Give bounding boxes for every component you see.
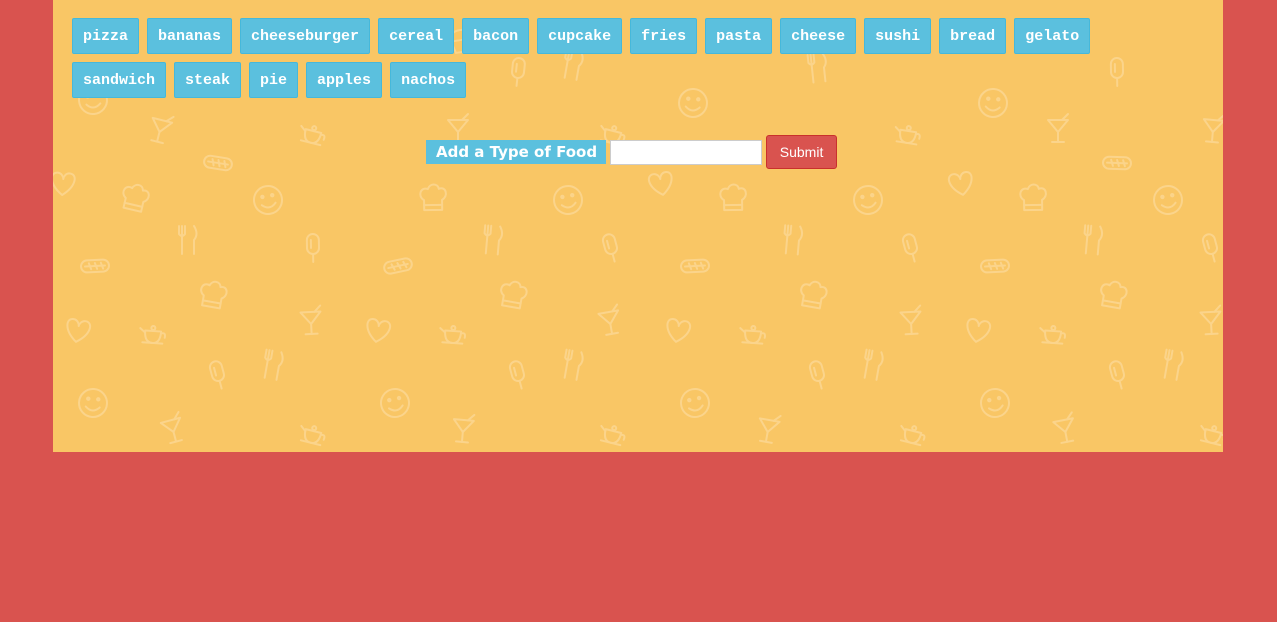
cocktail-doodle-icon (1052, 411, 1075, 444)
cocktail-doodle-icon (159, 410, 183, 445)
popsicle-doodle-icon (508, 360, 525, 390)
food-button-cheeseburger[interactable]: cheeseburger (240, 18, 371, 54)
food-button-apples[interactable]: apples (306, 62, 383, 98)
heart-doodle-icon (666, 318, 692, 343)
teapot-doodle-icon (894, 125, 921, 146)
cocktail-doodle-icon (452, 413, 476, 444)
popsicle-doodle-icon (1201, 233, 1218, 263)
teapot-doodle-icon (139, 325, 166, 345)
add-food-label: Add a Type of Food (426, 140, 607, 164)
popsicle-doodle-icon (808, 360, 825, 390)
food-button-sandwich[interactable]: sandwich (72, 62, 167, 98)
heart-doodle-icon (66, 318, 92, 343)
food-button-steak[interactable]: steak (174, 62, 242, 98)
teapot-doodle-icon (439, 325, 466, 345)
hotdog-doodle-icon (203, 154, 233, 172)
popsicle-doodle-icon (305, 233, 320, 263)
cocktail-doodle-icon (1047, 113, 1069, 143)
smiley-doodle-icon (78, 388, 108, 418)
heart-doodle-icon (947, 171, 973, 196)
cocktail-doodle-icon (758, 414, 782, 444)
add-food-form: Add a Type of Food Submit (426, 135, 838, 169)
chef-doodle-icon (419, 183, 447, 212)
cocktail-doodle-icon (899, 304, 922, 336)
popsicle-doodle-icon (208, 360, 225, 390)
food-button-cereal[interactable]: cereal (378, 18, 455, 54)
chef-doodle-icon (122, 183, 150, 213)
chef-doodle-icon (800, 280, 828, 310)
cutlery-doodle-icon (1083, 224, 1104, 256)
cocktail-doodle-icon (299, 304, 322, 336)
teapot-doodle-icon (599, 424, 626, 447)
food-button-pizza[interactable]: pizza (72, 18, 140, 54)
smiley-doodle-icon (853, 185, 883, 215)
cocktail-doodle-icon (1199, 304, 1222, 336)
cocktail-doodle-icon (597, 303, 620, 336)
food-button-pie[interactable]: pie (249, 62, 299, 98)
heart-doodle-icon (966, 318, 992, 343)
food-button-nachos[interactable]: nachos (390, 62, 467, 98)
hotdog-doodle-icon (980, 258, 1010, 274)
food-button-list: pizza bananas cheeseburger cereal bacon cupca… (72, 18, 1192, 98)
teapot-doodle-icon (899, 424, 926, 447)
hotdog-doodle-icon (383, 257, 413, 275)
hotdog-doodle-icon (680, 258, 710, 274)
teapot-doodle-icon (1199, 424, 1223, 447)
hotdog-doodle-icon (80, 258, 110, 274)
smiley-doodle-icon (680, 388, 710, 418)
food-button-bananas[interactable]: bananas (147, 18, 233, 54)
smiley-doodle-icon (253, 185, 283, 215)
chef-doodle-icon (1019, 183, 1047, 212)
cutlery-doodle-icon (863, 348, 884, 381)
food-button-gelato[interactable]: gelato (1014, 18, 1091, 54)
chef-doodle-icon (200, 280, 228, 310)
cutlery-doodle-icon (178, 225, 198, 255)
teapot-doodle-icon (299, 424, 326, 447)
heart-doodle-icon (647, 171, 673, 196)
heart-doodle-icon (53, 171, 76, 196)
popsicle-doodle-icon (601, 233, 618, 263)
chef-doodle-icon (1100, 280, 1128, 310)
food-button-bacon[interactable]: bacon (462, 18, 530, 54)
teapot-doodle-icon (299, 124, 326, 147)
submit-button[interactable]: Submit (766, 135, 838, 169)
hotdog-doodle-icon (1102, 155, 1132, 171)
cutlery-doodle-icon (563, 348, 584, 381)
teapot-doodle-icon (739, 325, 766, 345)
smiley-doodle-icon (380, 388, 410, 418)
main-panel: pizza bananas cheeseburger cereal bacon cupca… (53, 0, 1223, 452)
cocktail-doodle-icon (150, 115, 175, 145)
chef-doodle-icon (719, 183, 747, 212)
food-input[interactable] (610, 139, 763, 165)
smiley-doodle-icon (1153, 185, 1183, 215)
cutlery-doodle-icon (783, 224, 804, 256)
teapot-doodle-icon (1039, 325, 1066, 345)
cutlery-doodle-icon (483, 224, 504, 256)
smiley-doodle-icon (980, 388, 1010, 418)
smiley-doodle-icon (553, 185, 583, 215)
food-button-sushi[interactable]: sushi (864, 18, 932, 54)
food-button-fries[interactable]: fries (630, 18, 698, 54)
food-button-cheese[interactable]: cheese (780, 18, 857, 54)
cutlery-doodle-icon (1163, 348, 1184, 381)
chef-doodle-icon (500, 280, 528, 310)
heart-doodle-icon (366, 318, 392, 343)
food-button-pasta[interactable]: pasta (705, 18, 773, 54)
food-button-cupcake[interactable]: cupcake (537, 18, 623, 54)
popsicle-doodle-icon (1108, 360, 1125, 390)
cutlery-doodle-icon (263, 348, 284, 381)
cocktail-doodle-icon (1202, 113, 1223, 144)
food-button-bread[interactable]: bread (939, 18, 1007, 54)
popsicle-doodle-icon (901, 233, 918, 263)
